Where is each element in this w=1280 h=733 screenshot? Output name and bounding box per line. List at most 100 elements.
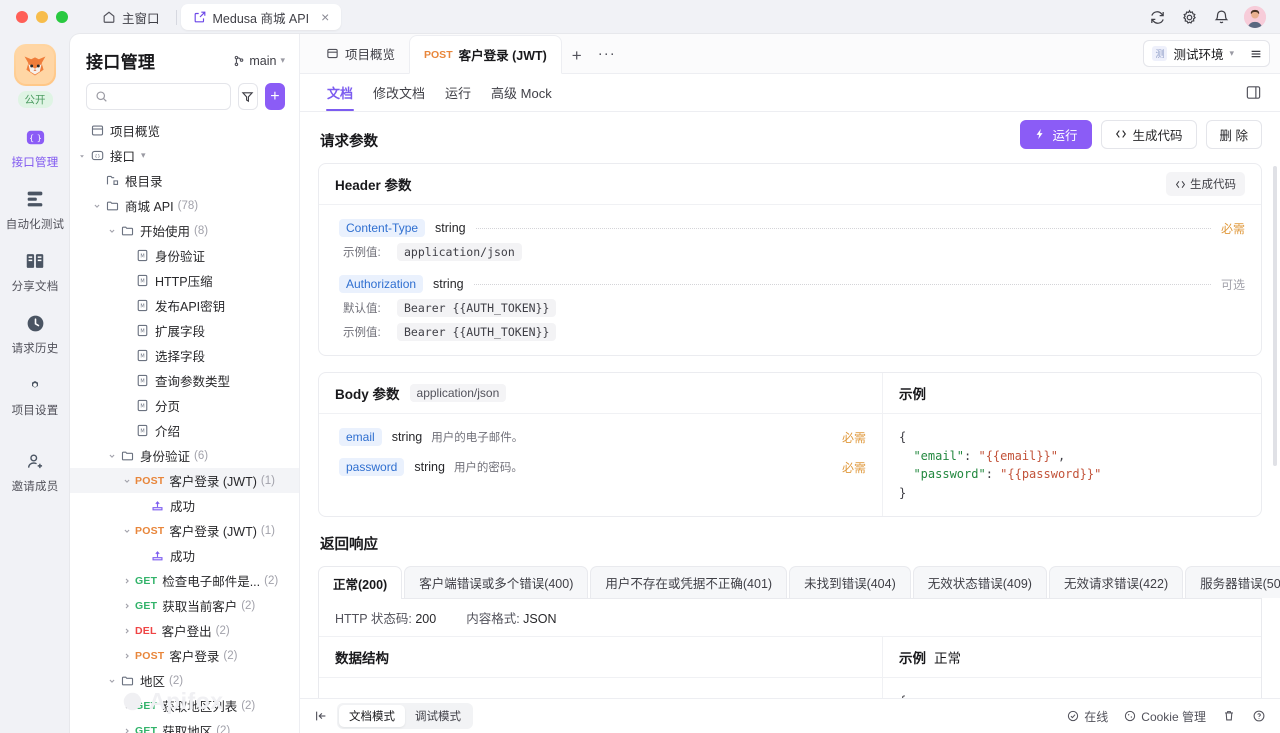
- tree-item[interactable]: 商城 API (78): [70, 193, 299, 218]
- sidebar-item-automation-test[interactable]: 自动化测试: [6, 186, 65, 232]
- tree-expand-arrow[interactable]: [123, 527, 135, 535]
- tree-item[interactable]: 成功: [70, 493, 299, 518]
- sidebar-item-share-docs[interactable]: 分享文档: [12, 248, 59, 294]
- tree-item[interactable]: M 扩展字段: [70, 318, 299, 343]
- hamburger-icon[interactable]: [1242, 40, 1270, 67]
- tree-item[interactable]: 身份验证 (6): [70, 443, 299, 468]
- filter-icon[interactable]: [237, 83, 258, 110]
- maximize-window-button[interactable]: [56, 11, 68, 23]
- tree-expand-arrow[interactable]: [123, 727, 135, 733]
- window-tab-home[interactable]: 主窗口: [90, 4, 172, 30]
- new-tab-button[interactable]: +: [562, 47, 592, 64]
- response-tab[interactable]: 服务器错误(500): [1185, 566, 1280, 599]
- run-button[interactable]: 运行: [1020, 120, 1092, 149]
- tree-item[interactable]: GET 获取地区列表 (2): [70, 693, 299, 718]
- delete-button[interactable]: 删 除: [1205, 120, 1262, 149]
- tab-advanced-mock[interactable]: 高级 Mock: [482, 74, 561, 111]
- tree-item[interactable]: M 发布API密钥: [70, 293, 299, 318]
- response-tab[interactable]: 无效状态错误(409): [912, 566, 1047, 599]
- tree-item[interactable]: 成功: [70, 543, 299, 568]
- tree-item[interactable]: 项目概览: [70, 118, 299, 143]
- collapse-left-icon[interactable]: [314, 709, 328, 723]
- tree-item[interactable]: M 分页: [70, 393, 299, 418]
- tree-item[interactable]: M HTTP压缩: [70, 268, 299, 293]
- tree-item[interactable]: M 选择字段: [70, 343, 299, 368]
- tree-item[interactable]: M 查询参数类型: [70, 368, 299, 393]
- tree-expand-arrow[interactable]: [108, 227, 120, 235]
- mode-doc[interactable]: 文档模式: [339, 705, 405, 727]
- minimize-window-button[interactable]: [36, 11, 48, 23]
- sync-icon[interactable]: [1148, 8, 1166, 26]
- tree-item[interactable]: M 身份验证: [70, 243, 299, 268]
- cookie-manager[interactable]: Cookie 管理: [1124, 708, 1206, 725]
- root-folder-icon: [105, 174, 120, 187]
- tree-expand-arrow[interactable]: [123, 627, 135, 635]
- tree-item[interactable]: DEL 客户登出 (2): [70, 618, 299, 643]
- response-tab[interactable]: 客户端错误或多个错误(400): [404, 566, 589, 599]
- tree-item[interactable]: 地区 (2): [70, 668, 299, 693]
- tree-expand-arrow[interactable]: [93, 202, 105, 210]
- tree-expand-arrow[interactable]: [108, 677, 120, 685]
- tree-item[interactable]: 开始使用 (8): [70, 218, 299, 243]
- help-icon[interactable]: [1252, 709, 1266, 723]
- tree-expand-arrow[interactable]: [78, 152, 90, 160]
- tab-method-badge: POST: [424, 48, 453, 61]
- close-window-button[interactable]: [16, 11, 28, 23]
- sidebar-item-invite-member[interactable]: 邀请成员: [12, 448, 59, 494]
- response-tab[interactable]: 用户不存在或凭据不正确(401): [590, 566, 788, 599]
- tree-expand-arrow[interactable]: [123, 602, 135, 610]
- chevron-down-icon[interactable]: ▾: [141, 150, 146, 161]
- avatar[interactable]: [1244, 6, 1266, 28]
- search-box[interactable]: [86, 83, 231, 110]
- tree-item[interactable]: 根目录: [70, 168, 299, 193]
- tree-item[interactable]: GET 检查电子邮件是... (2): [70, 568, 299, 593]
- tree-expand-arrow[interactable]: [123, 702, 135, 710]
- sidebar-item-request-history[interactable]: 请求历史: [12, 310, 59, 356]
- response-example-code: {: [883, 678, 1261, 698]
- tree-expand-arrow[interactable]: [123, 652, 135, 660]
- project-logo[interactable]: [14, 44, 56, 86]
- window-controls[interactable]: [12, 11, 68, 23]
- tree-item[interactable]: POST 客户登录 (2): [70, 643, 299, 668]
- tree-item[interactable]: POST 客户登录 (JWT) (1): [70, 518, 299, 543]
- sidebar-item-api-management[interactable]: { } 接口管理: [12, 124, 59, 170]
- gear-icon[interactable]: [1180, 8, 1198, 26]
- sidebar-item-label: 请求历史: [11, 343, 59, 355]
- add-api-button[interactable]: +: [264, 83, 285, 110]
- tree-expand-arrow[interactable]: [123, 477, 135, 485]
- http-method-badge: DEL: [135, 624, 157, 637]
- doc-scroll-area[interactable]: 运行 生成代码 删 除 请求参数 Header 参数 生成代码 Content-…: [300, 112, 1280, 698]
- header-generate-code-button[interactable]: 生成代码: [1166, 172, 1245, 196]
- tree-item[interactable]: M 介绍: [70, 418, 299, 443]
- tab-overflow-button[interactable]: ···: [592, 46, 622, 61]
- response-tab[interactable]: 未找到错误(404): [789, 566, 911, 599]
- response-tab[interactable]: 无效请求错误(422): [1048, 566, 1184, 599]
- folder-icon: [120, 674, 135, 687]
- generate-code-button[interactable]: 生成代码: [1100, 120, 1197, 149]
- tree-item[interactable]: POST 客户登录 (JWT) (1): [70, 468, 299, 493]
- tree-expand-arrow[interactable]: [108, 452, 120, 460]
- tab-project-overview[interactable]: 项目概览: [312, 34, 409, 73]
- mode-debug[interactable]: 调试模式: [405, 705, 471, 727]
- tab-customer-login[interactable]: POST 客户登录 (JWT): [409, 35, 562, 74]
- response-tab[interactable]: 正常(200): [318, 566, 403, 600]
- window-tab-project[interactable]: Medusa 商城 API ×: [180, 4, 342, 30]
- sidebar-item-project-settings[interactable]: 项目设置: [12, 372, 59, 418]
- panel-toggle-icon[interactable]: [1245, 84, 1262, 101]
- search-input[interactable]: [114, 89, 222, 104]
- close-icon[interactable]: ×: [321, 10, 329, 24]
- cookie-label: Cookie 管理: [1141, 709, 1206, 724]
- tree-item[interactable]: {} 接口 ▾: [70, 143, 299, 168]
- tab-edit-documentation[interactable]: 修改文档: [364, 74, 434, 111]
- branch-selector[interactable]: main ▾: [233, 54, 285, 68]
- bell-icon[interactable]: [1212, 8, 1230, 26]
- online-status[interactable]: 在线: [1067, 708, 1108, 725]
- tab-run[interactable]: 运行: [436, 74, 480, 111]
- tab-documentation[interactable]: 文档: [318, 74, 362, 111]
- tree-expand-arrow[interactable]: [123, 577, 135, 585]
- tree-item[interactable]: GET 获取当前客户 (2): [70, 593, 299, 618]
- environment-selector[interactable]: 测 测试环境 ▾: [1143, 40, 1242, 67]
- trash-icon[interactable]: [1222, 709, 1236, 723]
- tree-item[interactable]: GET 获取地区 (2): [70, 718, 299, 733]
- vertical-scrollbar[interactable]: [1273, 166, 1277, 466]
